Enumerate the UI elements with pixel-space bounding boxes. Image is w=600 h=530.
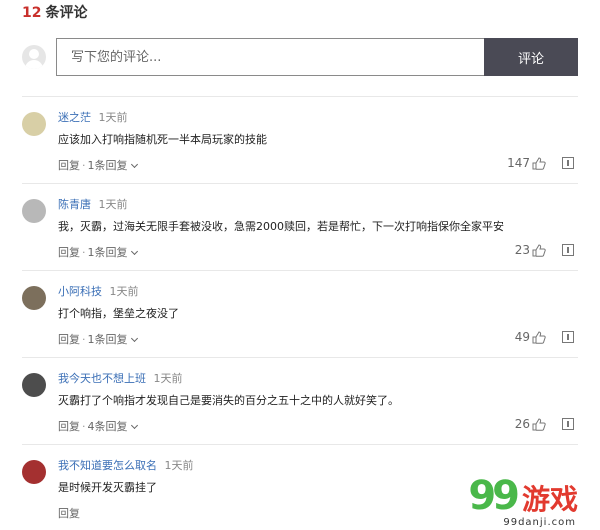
avatar[interactable] (22, 460, 46, 484)
comment-text: 我，灭霸，过海关无限手套被没收，急需2000赎回，若是帮忙，下一次打响指保你全家… (58, 220, 504, 233)
comment-time: 1天前 (98, 198, 128, 211)
comment-username[interactable]: 陈青唐 (58, 198, 91, 211)
view-replies-button[interactable]: 4条回复 (88, 420, 128, 434)
site-watermark-logo: 99 游戏 99danji.com (468, 473, 578, 528)
comment-username[interactable]: 我不知道要怎么取名 (58, 459, 157, 472)
comment-username[interactable]: 小阿科技 (58, 285, 102, 298)
comment-composer: 评论 (22, 38, 578, 76)
comment-username[interactable]: 我今天也不想上班 (58, 372, 146, 385)
comment-text: 灭霸打了个响指才发现自己是要消失的百分之五十之中的人就好笑了。 (58, 394, 399, 407)
like-count: 147 (507, 156, 530, 170)
user-avatar-placeholder-icon (22, 45, 46, 69)
reply-button[interactable]: 回复 (58, 507, 80, 521)
thumbs-up-icon[interactable] (532, 156, 546, 170)
comment-item: 我今天也不想上班 1天前 灭霸打了个响指才发现自己是要消失的百分之五十之中的人就… (22, 357, 578, 444)
comment-time: 1天前 (153, 372, 183, 385)
like-count: 49 (514, 330, 530, 344)
watermark-mark: 99 (468, 473, 520, 519)
separator-dot: · (82, 246, 86, 259)
view-replies-button[interactable]: 1条回复 (88, 333, 128, 347)
thumbs-up-icon[interactable] (532, 417, 546, 431)
comment-text: 打个响指，堡垒之夜没了 (58, 307, 179, 320)
view-replies-button[interactable]: 1条回复 (88, 159, 128, 173)
avatar[interactable] (22, 286, 46, 310)
comment-username[interactable]: 迷之茫 (58, 111, 91, 124)
chevron-down-icon[interactable] (130, 247, 138, 256)
comment-time: 1天前 (109, 285, 139, 298)
comment-text: 应该加入打响指随机死一半本局玩家的技能 (58, 133, 267, 146)
chevron-down-icon[interactable] (130, 160, 138, 169)
avatar[interactable] (22, 112, 46, 136)
reply-button[interactable]: 回复 (58, 246, 80, 260)
comment-count: 12 (22, 5, 42, 21)
comments-header: 12 条评论 (22, 2, 87, 22)
avatar[interactable] (22, 199, 46, 223)
chevron-down-icon[interactable] (130, 334, 138, 343)
avatar[interactable] (22, 373, 46, 397)
comment-time: 1天前 (98, 111, 128, 124)
reply-button[interactable]: 回复 (58, 159, 80, 173)
view-replies-button[interactable]: 1条回复 (88, 246, 128, 260)
report-icon[interactable] (562, 331, 574, 343)
like-count: 26 (514, 417, 530, 431)
report-icon[interactable] (562, 157, 574, 169)
comment-count-label: 条评论 (45, 5, 88, 21)
chevron-down-icon[interactable] (130, 421, 138, 430)
reply-button[interactable]: 回复 (58, 333, 80, 347)
watermark-url: 99danji.com (503, 517, 576, 528)
report-icon[interactable] (562, 244, 574, 256)
comment-time: 1天前 (164, 459, 194, 472)
separator-dot: · (82, 333, 86, 346)
thumbs-up-icon[interactable] (532, 243, 546, 257)
submit-comment-button[interactable]: 评论 (484, 38, 578, 76)
comment-item: 小阿科技 1天前 打个响指，堡垒之夜没了 回复 · 1条回复 49 (22, 270, 578, 357)
like-count: 23 (514, 243, 530, 257)
thumbs-up-icon[interactable] (532, 330, 546, 344)
report-icon[interactable] (562, 418, 574, 430)
separator-dot: · (82, 420, 86, 433)
reply-button[interactable]: 回复 (58, 420, 80, 434)
comment-input[interactable] (56, 38, 484, 76)
comment-list: 迷之茫 1天前 应该加入打响指随机死一半本局玩家的技能 回复 · 1条回复 14… (22, 96, 578, 530)
comment-item: 迷之茫 1天前 应该加入打响指随机死一半本局玩家的技能 回复 · 1条回复 14… (22, 96, 578, 183)
separator-dot: · (82, 159, 86, 172)
watermark-brand: 游戏 (521, 483, 578, 516)
comment-item: 陈青唐 1天前 我，灭霸，过海关无限手套被没收，急需2000赎回，若是帮忙，下一… (22, 183, 578, 270)
